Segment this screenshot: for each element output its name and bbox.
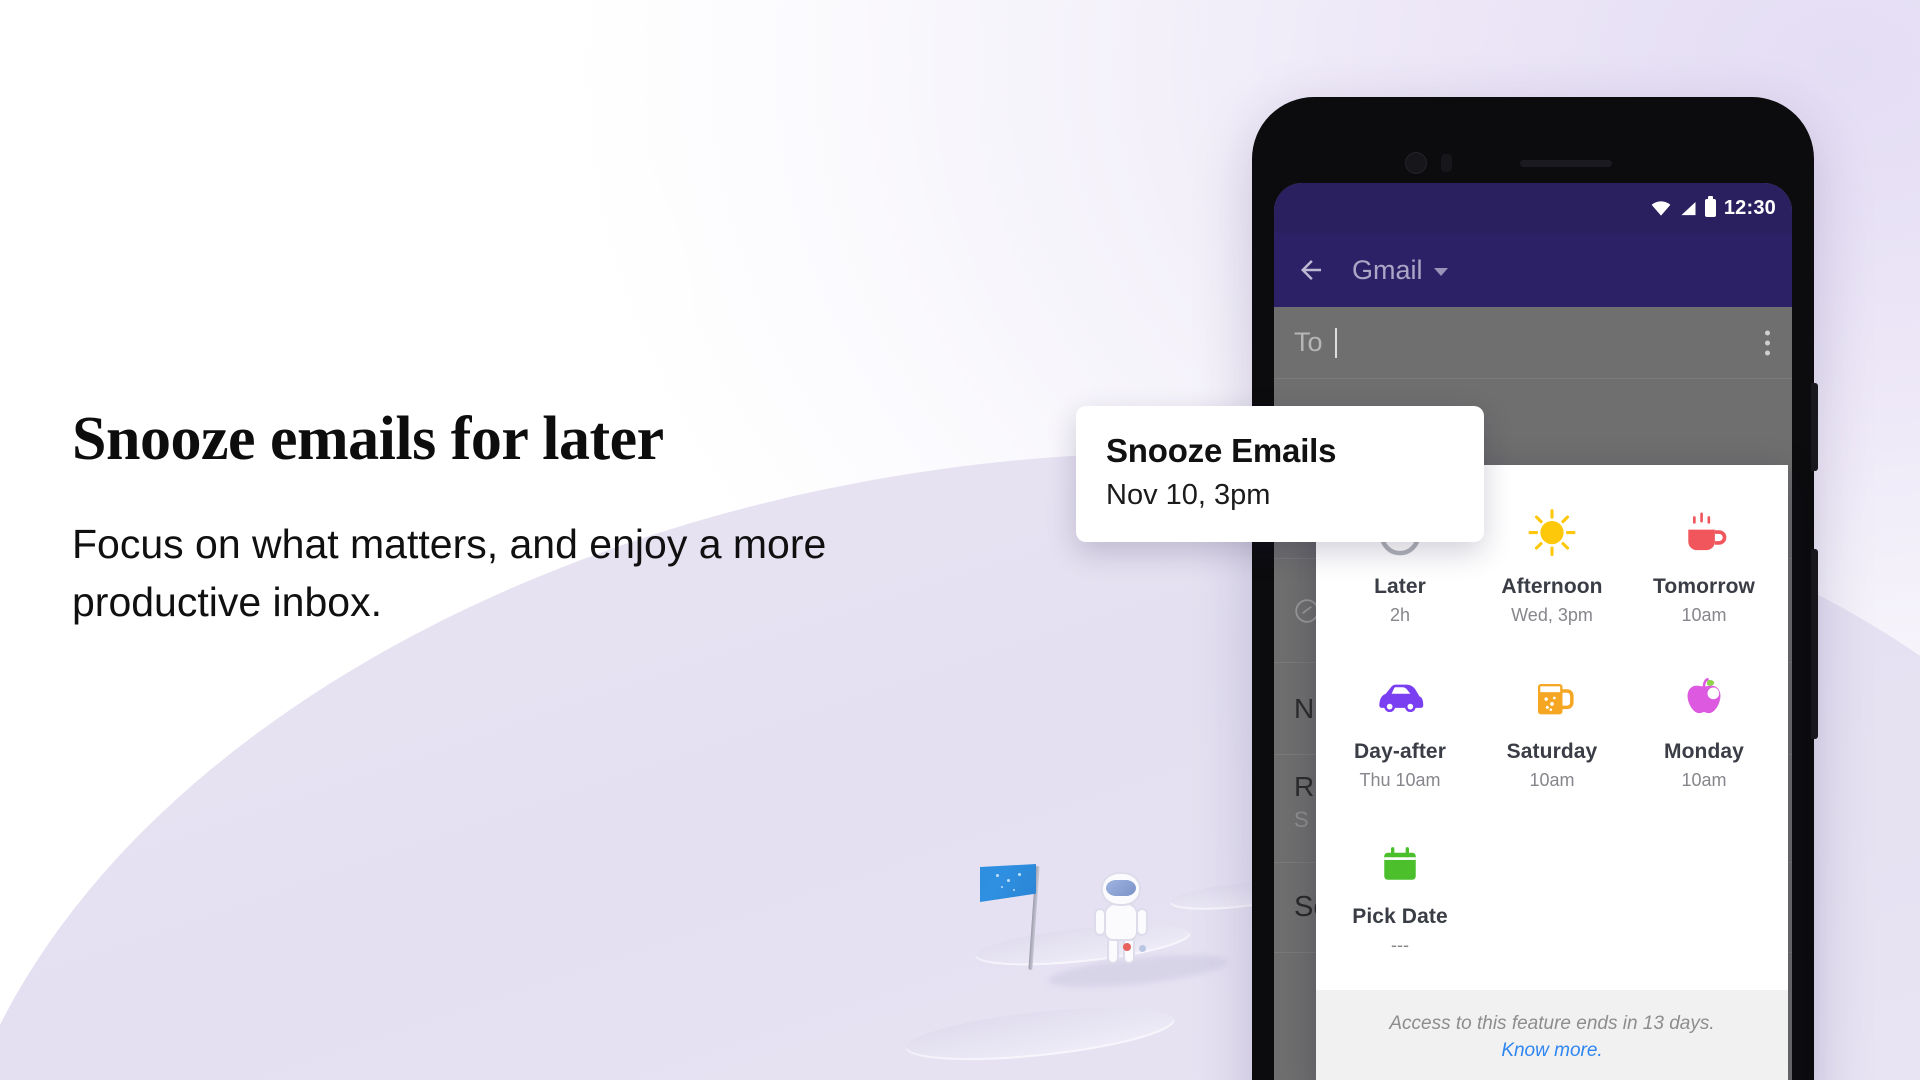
dim-n-text: N	[1294, 692, 1315, 724]
snooze-option-sub: Thu 10am	[1359, 770, 1441, 790]
snooze-option-label: Monday	[1664, 740, 1744, 763]
beer-icon	[1524, 664, 1580, 726]
coffee-icon	[1675, 499, 1733, 561]
snooze-option-label: Afternoon	[1501, 575, 1603, 598]
snooze-option-saturday[interactable]: Saturday 10am	[1476, 648, 1628, 809]
cell-signal-icon	[1681, 201, 1696, 215]
snooze-option-pick-date[interactable]: Pick Date ---	[1324, 813, 1476, 974]
phone-power-button[interactable]	[1811, 383, 1818, 471]
snooze-tooltip-card: Snooze Emails Nov 10, 3pm	[1076, 406, 1484, 542]
flag-cloth-icon	[980, 864, 1036, 902]
snooze-option-label: Day-after	[1354, 740, 1446, 763]
snooze-option-tomorrow[interactable]: Tomorrow 10am	[1628, 483, 1780, 644]
know-more-link[interactable]: Know more.	[1330, 1040, 1774, 1062]
apple-icon	[1676, 664, 1732, 726]
snooze-option-label: Saturday	[1506, 740, 1598, 763]
wifi-icon	[1651, 200, 1671, 216]
proximity-sensor-icon	[1441, 154, 1452, 172]
snooze-option-monday[interactable]: Monday 10am	[1628, 648, 1780, 809]
hero-copy: Snooze emails for later Focus on what ma…	[72, 406, 972, 631]
chevron-down-icon	[1433, 268, 1448, 276]
astronaut-body	[1104, 903, 1146, 952]
battery-icon	[1704, 196, 1716, 217]
text-cursor	[1334, 327, 1337, 358]
trial-notice: Access to this feature ends in 13 days.	[1389, 1013, 1715, 1034]
snooze-option-sub: 10am	[1681, 605, 1727, 625]
to-label: To	[1294, 327, 1323, 357]
snooze-option-sub: 2h	[1389, 605, 1411, 625]
snooze-option-sub: 10am	[1681, 770, 1727, 790]
astronaut-leg-right	[1123, 938, 1135, 964]
astronaut-icon	[1090, 872, 1152, 964]
sun-icon	[1521, 499, 1583, 561]
recipient-row[interactable]: To	[1274, 307, 1792, 379]
status-time: 12:30	[1723, 196, 1776, 219]
astronaut-badge-red	[1123, 943, 1131, 951]
snooze-option-label: Tomorrow	[1653, 575, 1755, 598]
earpiece-speaker-icon	[1520, 160, 1612, 167]
app-bar: Gmail	[1274, 233, 1792, 307]
snooze-option-sub: ---	[1391, 935, 1409, 955]
snooze-option-afternoon[interactable]: Afternoon Wed, 3pm	[1476, 483, 1628, 644]
flag-icon	[980, 862, 1066, 972]
page-title: Snooze emails for later	[72, 405, 664, 473]
page-subtitle: Focus on what matters, and enjoy a more …	[72, 520, 827, 626]
phone-volume-button[interactable]	[1811, 549, 1818, 739]
overflow-menu-icon[interactable]	[1765, 330, 1770, 355]
snooze-grid-spacer	[1628, 813, 1780, 974]
snooze-grid-spacer	[1476, 813, 1628, 974]
snooze-option-day-after[interactable]: Day-after Thu 10am	[1324, 648, 1476, 809]
astronaut-visor	[1106, 880, 1136, 896]
snooze-panel: Later 2h Afternoon Wed, 3pm Tomorrow 10a…	[1316, 465, 1788, 1080]
snooze-option-sub: 10am	[1529, 770, 1575, 790]
front-camera-icon	[1405, 152, 1427, 174]
car-icon	[1369, 664, 1431, 726]
snooze-option-label: Later	[1374, 575, 1426, 598]
status-bar: 12:30	[1274, 183, 1792, 233]
snooze-options-grid: Later 2h Afternoon Wed, 3pm Tomorrow 10a…	[1316, 465, 1788, 990]
back-arrow-icon[interactable]	[1296, 255, 1326, 285]
astronaut-leg-left	[1107, 938, 1119, 964]
snooze-panel-footer: Access to this feature ends in 13 days. …	[1316, 990, 1788, 1080]
app-title: Gmail	[1352, 254, 1423, 285]
account-switcher[interactable]: Gmail	[1352, 255, 1448, 286]
snooze-option-label: Pick Date	[1352, 905, 1448, 928]
tooltip-title: Snooze Emails	[1106, 432, 1337, 469]
calendar-icon	[1373, 829, 1427, 891]
tooltip-subtitle: Nov 10, 3pm	[1106, 479, 1271, 511]
astronaut-badge-blue	[1139, 945, 1146, 952]
snooze-option-sub: Wed, 3pm	[1511, 605, 1593, 625]
